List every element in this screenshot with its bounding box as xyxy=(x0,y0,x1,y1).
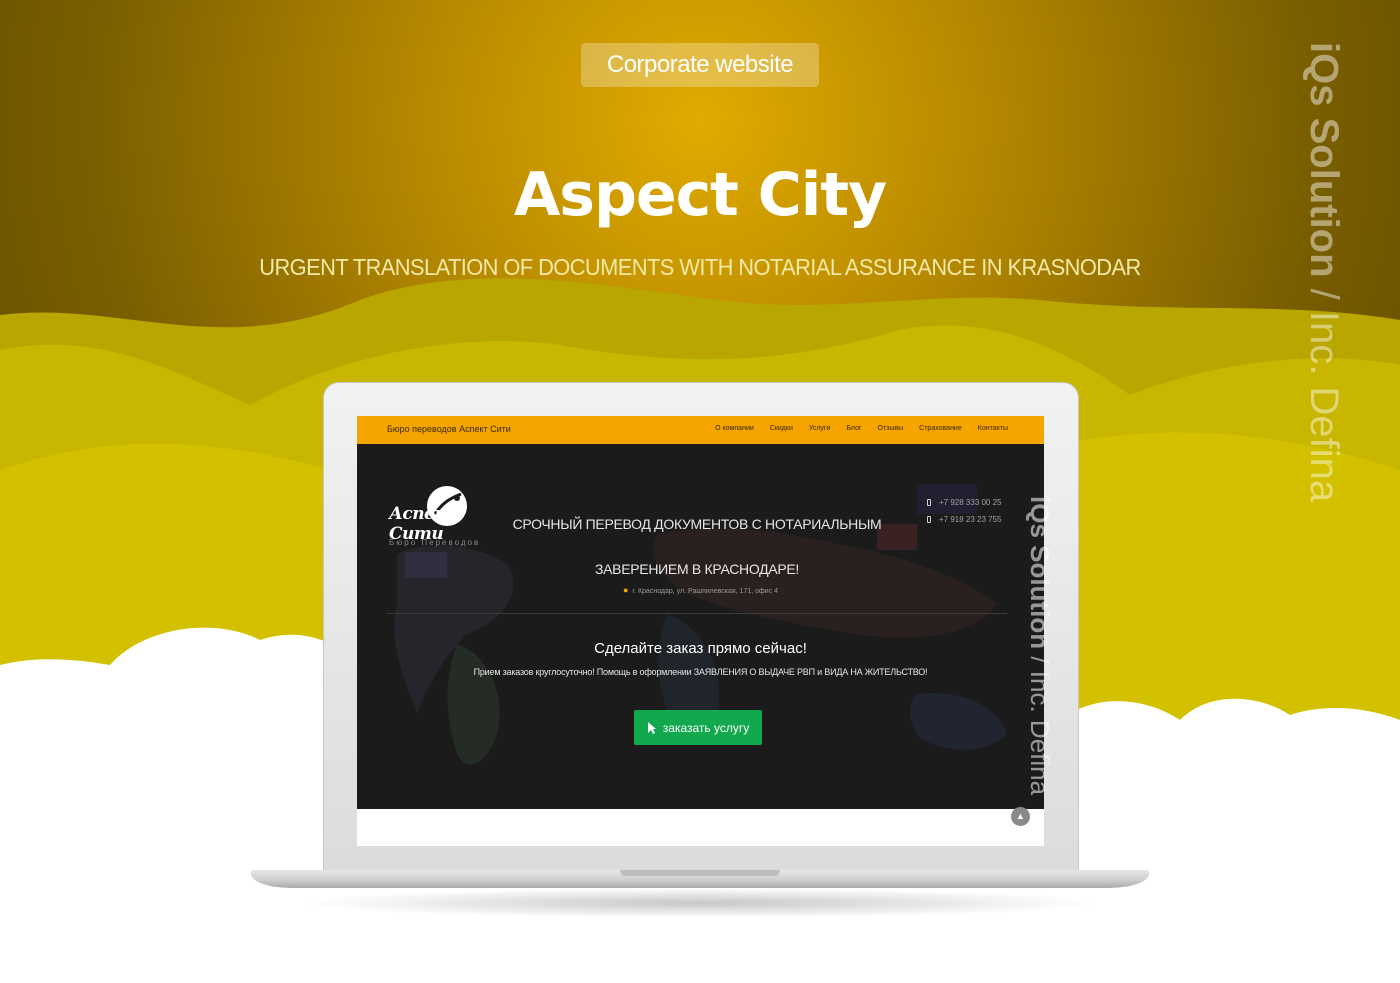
laptop-shadow xyxy=(300,888,1100,918)
chevron-up-icon: ▲ xyxy=(1016,811,1025,821)
watermark-separator: / xyxy=(1302,277,1346,311)
watermark-overlay: iQs Solution / Inc. Defina xyxy=(1024,496,1055,795)
menu-item-blog[interactable]: Блог xyxy=(846,425,861,432)
category-badge: Corporate website xyxy=(581,43,819,87)
cta-subtext: Прием заказов круглосуточно! Помощь в оф… xyxy=(473,667,928,677)
order-service-label: заказать услугу xyxy=(662,720,750,735)
watermark-overlay-inc: Inc. Defina xyxy=(1025,670,1055,796)
page-title: Aspect City xyxy=(513,160,887,230)
laptop-notch xyxy=(620,870,780,876)
address-text: г. Краснодар, ул. Рашпилевская, 171, офи… xyxy=(632,588,779,595)
site-brand-link[interactable]: Бюро переводов Аспект Сити xyxy=(387,424,511,434)
laptop-screen: Бюро переводов Аспект Сити О компании Ск… xyxy=(357,416,1044,846)
phone-list: +7 928 333 00 25 +7 918 23 23 755 xyxy=(927,494,1002,528)
logo-subtitle: Бюро Переводов xyxy=(389,538,481,547)
menu-item-about[interactable]: О компании xyxy=(715,425,754,432)
phone-number-1: +7 928 333 00 25 xyxy=(939,498,1002,507)
hero-heading-line-1: СРОЧНЫЙ ПЕРЕВОД ДОКУМЕНТОВ С НОТАРИАЛЬНЫ… xyxy=(512,516,882,532)
watermark-overlay-separator: / xyxy=(1025,649,1055,671)
menu-item-discounts[interactable]: Скидки xyxy=(770,425,793,432)
site-hero-heading: СРОЧНЫЙ ПЕРЕВОД ДОКУМЕНТОВ С НОТАРИАЛЬНЫ… xyxy=(507,502,887,592)
menu-item-contacts[interactable]: Контакты xyxy=(978,425,1008,432)
site-menu: О компании Скидки Услуги Блог Отзывы Стр… xyxy=(715,425,1008,432)
phone-row-2[interactable]: +7 918 23 23 755 xyxy=(927,511,1002,528)
page-subtitle: URGENT TRANSLATION OF DOCUMENTS WITH NOT… xyxy=(259,254,1141,280)
phone-row-1[interactable]: +7 928 333 00 25 xyxy=(927,494,1002,511)
phone-number-2: +7 918 23 23 755 xyxy=(939,515,1002,524)
menu-item-services[interactable]: Услуги xyxy=(809,425,831,432)
watermark: iQs Solution / Inc. Defina xyxy=(1301,42,1346,502)
phone-icon xyxy=(927,499,931,506)
watermark-brand: iQs Solution xyxy=(1302,42,1346,278)
divider xyxy=(387,613,1007,614)
site-hero: Аспект Сити Бюро Переводов СРОЧНЫЙ ПЕРЕВ… xyxy=(357,444,1044,809)
order-service-button[interactable]: заказать услугу xyxy=(634,710,762,745)
watermark-overlay-brand: iQs Solution xyxy=(1025,496,1055,650)
site-address: ● г. Краснодар, ул. Рашпилевская, 171, оф… xyxy=(357,585,1044,595)
site-navbar: Бюро переводов Аспект Сити О компании Ск… xyxy=(357,416,1044,444)
menu-item-insurance[interactable]: Страхование xyxy=(919,425,962,432)
menu-item-reviews[interactable]: Отзывы xyxy=(878,425,904,432)
cursor-icon xyxy=(647,721,656,734)
phone-icon xyxy=(927,516,931,523)
scroll-top-button[interactable]: ▲ xyxy=(1011,807,1030,826)
site-logo[interactable]: Аспект Сити Бюро Переводов xyxy=(387,478,502,548)
map-pin-icon: ● xyxy=(622,585,629,595)
cta-heading: Сделайте заказ прямо сейчас! xyxy=(594,640,807,657)
watermark-inc: Inc. Defina xyxy=(1302,310,1346,503)
